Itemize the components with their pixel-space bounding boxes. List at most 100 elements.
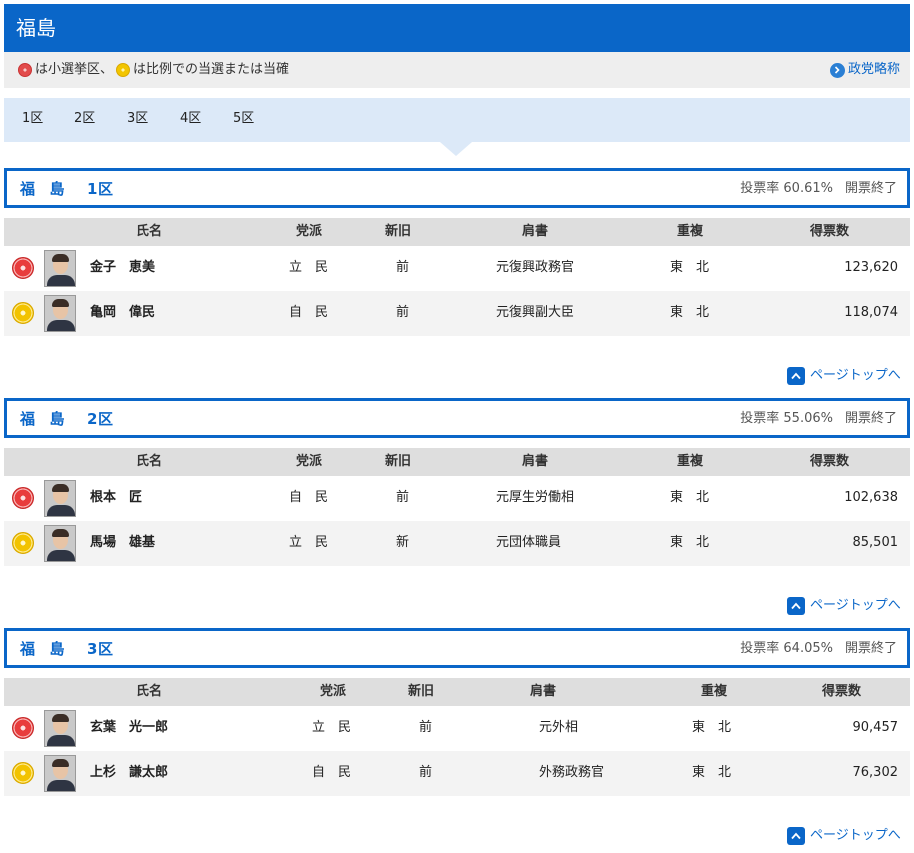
candidate-title: 元復興政務官 — [496, 260, 575, 275]
header-title: 肩書 — [522, 224, 549, 239]
page-top-link[interactable]: ページトップへ — [787, 827, 901, 845]
party-abbr-label: 政党略称 — [847, 62, 900, 77]
district-name-part: 福 — [20, 180, 36, 198]
header-title: 肩書 — [530, 684, 557, 699]
header-duplicate: 重複 — [677, 454, 704, 469]
candidate-party: 立 民 — [289, 535, 329, 550]
chevron-right-icon — [829, 62, 845, 78]
district-stats: 投票率 64.05% 開票終了 — [740, 641, 897, 657]
candidate-status: 前 — [396, 490, 410, 505]
proportional-win-icon — [12, 762, 34, 784]
chevron-up-icon — [787, 597, 805, 615]
district-number: 3区 — [87, 640, 114, 658]
candidate-party: 立 民 — [312, 720, 352, 735]
candidate-votes: 76,302 — [852, 765, 899, 780]
candidate-votes: 102,638 — [844, 490, 898, 505]
turnout: 投票率 64.05% — [740, 641, 833, 656]
party-abbr-link[interactable]: 政党略称 — [829, 62, 900, 78]
district-name-part: 島 — [49, 180, 66, 198]
header-party: 党派 — [320, 684, 347, 699]
proportional-win-icon — [12, 532, 34, 554]
page-top-link[interactable]: ページトップへ — [787, 367, 901, 385]
page-title: 福島 — [16, 16, 56, 40]
district-name-part: 福 — [20, 410, 36, 428]
candidate-photo — [44, 710, 76, 747]
candidate-name: 亀岡 偉民 — [90, 305, 156, 320]
candidate-photo — [44, 525, 76, 562]
candidate-status: 前 — [396, 260, 410, 275]
single-seat-win-icon — [12, 257, 34, 279]
candidate-status: 前 — [396, 305, 410, 320]
header-party: 党派 — [296, 224, 323, 239]
district-name: 福島 3区 — [20, 639, 113, 659]
tab-2ku[interactable]: 2区 — [74, 111, 95, 127]
district-name: 福島 1区 — [20, 179, 113, 199]
candidate-title: 外務政務官 — [539, 765, 605, 780]
candidate-photo — [44, 480, 76, 517]
header-name: 氏名 — [136, 684, 163, 699]
header-duplicate: 重複 — [677, 224, 704, 239]
header-title: 肩書 — [522, 454, 549, 469]
legend-text-2: は比例での当選または当確 — [133, 62, 290, 77]
count-status: 開票終了 — [844, 181, 897, 196]
district-name-part: 島 — [49, 410, 66, 428]
table-row: 馬場 雄基 立 民 新 元団体職員 東 北 85,501 — [4, 521, 910, 566]
page-header: 福島 — [4, 4, 910, 52]
count-status: 開票終了 — [844, 411, 897, 426]
table-header: 氏名 党派 新旧 肩書 重複 得票数 — [4, 218, 910, 246]
candidate-name: 玄葉 光一郎 — [90, 720, 169, 735]
header-name: 氏名 — [136, 224, 163, 239]
tab-1ku[interactable]: 1区 — [22, 111, 43, 127]
table-header: 氏名 党派 新旧 肩書 重複 得票数 — [4, 678, 910, 706]
tab-3ku[interactable]: 3区 — [127, 111, 148, 127]
district-stats: 投票率 60.61% 開票終了 — [740, 181, 897, 197]
candidate-title: 元復興副大臣 — [496, 305, 575, 320]
district-header: 福島 3区 投票率 64.05% 開票終了 — [4, 628, 910, 668]
candidate-photo — [44, 250, 76, 287]
tab-5ku[interactable]: 5区 — [233, 111, 254, 127]
single-seat-win-icon — [12, 717, 34, 739]
district-header: 福島 2区 投票率 55.06% 開票終了 — [4, 398, 910, 438]
district-number: 2区 — [87, 410, 114, 428]
district-number: 1区 — [87, 180, 114, 198]
legend-bar: は小選挙区、 は比例での当選または当確 政党略称 — [4, 52, 910, 88]
district-name-part: 福 — [20, 640, 36, 658]
header-status: 新旧 — [385, 224, 412, 239]
candidate-votes: 90,457 — [852, 720, 899, 735]
candidate-photo — [44, 295, 76, 332]
candidate-votes: 85,501 — [852, 535, 899, 550]
legend: は小選挙区、 は比例での当選または当確 — [18, 62, 289, 78]
candidate-name: 金子 恵美 — [90, 260, 156, 275]
candidate-status: 前 — [419, 720, 433, 735]
page-top-label: ページトップへ — [810, 368, 901, 383]
candidate-name: 上杉 謙太郎 — [90, 765, 169, 780]
tabs-pointer — [440, 142, 472, 156]
candidate-duplicate: 東 北 — [670, 490, 710, 505]
header-votes: 得票数 — [810, 454, 850, 469]
tab-4ku[interactable]: 4区 — [180, 111, 201, 127]
chevron-up-icon — [787, 827, 805, 845]
page-top-link[interactable]: ページトップへ — [787, 597, 901, 615]
candidate-title: 元団体職員 — [496, 535, 562, 550]
district-name-part: 島 — [49, 640, 66, 658]
legend-text-1: は小選挙区、 — [35, 62, 114, 77]
proportional-win-icon — [12, 302, 34, 324]
count-status: 開票終了 — [844, 641, 897, 656]
candidate-party: 自 民 — [289, 305, 329, 320]
header-votes: 得票数 — [822, 684, 862, 699]
header-status: 新旧 — [408, 684, 435, 699]
table-row: 上杉 謙太郎 自 民 前 外務政務官 東 北 76,302 — [4, 751, 910, 796]
table-row: 根本 匠 自 民 前 元厚生労働相 東 北 102,638 — [4, 476, 910, 521]
header-votes: 得票数 — [810, 224, 850, 239]
header-status: 新旧 — [385, 454, 412, 469]
single-seat-mark-icon — [18, 63, 32, 77]
proportional-mark-icon — [116, 63, 131, 77]
turnout: 投票率 60.61% — [740, 181, 833, 196]
header-party: 党派 — [296, 454, 323, 469]
candidate-party: 自 民 — [312, 765, 352, 780]
chevron-up-icon — [787, 367, 805, 385]
district-tabs: 1区 2区 3区 4区 5区 — [4, 98, 910, 142]
candidate-status: 前 — [419, 765, 433, 780]
table-row: 亀岡 偉民 自 民 前 元復興副大臣 東 北 118,074 — [4, 291, 910, 336]
candidate-duplicate: 東 北 — [670, 260, 710, 275]
